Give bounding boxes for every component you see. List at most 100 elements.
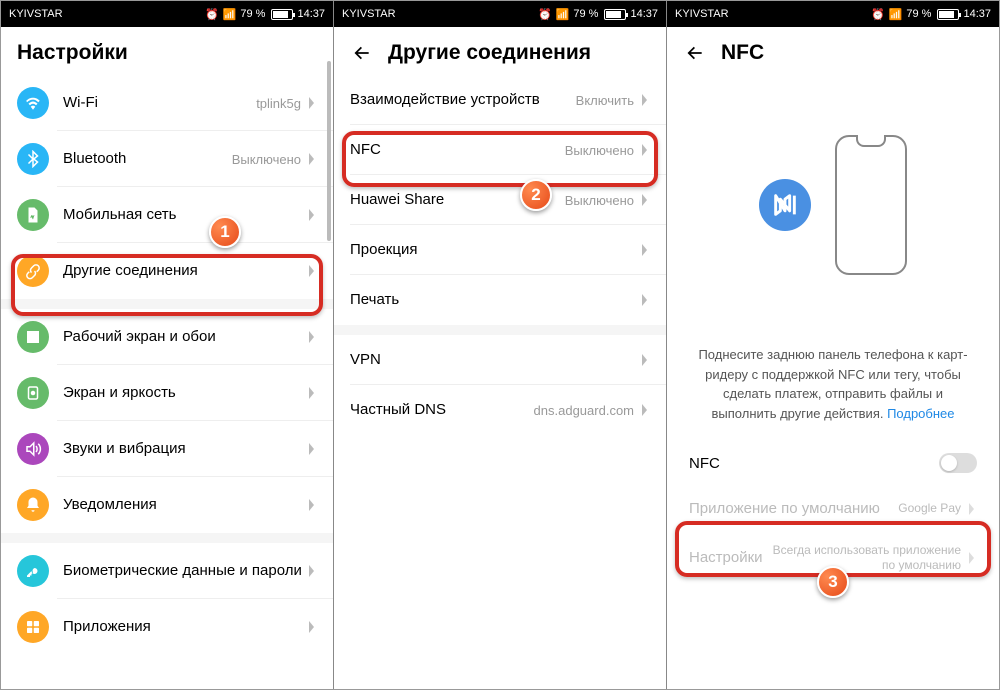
settings-row: Настройки Всегда использовать приложение… xyxy=(667,531,999,586)
status-bar: KYIVSTAR ⏰ 📶 79 % 14:37 xyxy=(667,1,999,27)
settings-item-home[interactable]: Рабочий экран и обои xyxy=(1,309,333,365)
settings-item-notifications[interactable]: Уведомления xyxy=(1,477,333,533)
item-label: Печать xyxy=(350,290,640,310)
nfc-screen: KYIVSTAR ⏰ 📶 79 % 14:37 NFC Поднесите за… xyxy=(667,1,999,689)
item-value: dns.adguard.com xyxy=(534,403,634,418)
item-label: Wi-Fi xyxy=(63,93,256,113)
settings-item-apps[interactable]: Приложения xyxy=(1,599,333,655)
chevron-icon xyxy=(307,208,317,222)
item-vpn[interactable]: VPN xyxy=(334,335,666,385)
carrier-label: KYIVSTAR xyxy=(342,8,396,20)
time-label: 14:37 xyxy=(297,8,325,20)
key-icon xyxy=(17,555,49,587)
back-button[interactable] xyxy=(350,41,374,65)
connections-list[interactable]: Взаимодействие устройств Включить NFC Вы… xyxy=(334,75,666,689)
chevron-icon xyxy=(967,551,977,565)
chevron-icon xyxy=(307,264,317,278)
carrier-label: KYIVSTAR xyxy=(9,8,63,20)
settings-screen: KYIVSTAR ⏰ 📶 79 % 14:37 Настройки Wi-Fi … xyxy=(1,1,334,689)
signal-icon: 📶 xyxy=(889,8,903,21)
chevron-icon xyxy=(640,143,650,157)
nfc-illustration xyxy=(667,75,999,345)
item-label: Рабочий экран и обои xyxy=(63,327,307,347)
toggle-label: NFC xyxy=(689,455,939,472)
chevron-icon xyxy=(640,93,650,107)
item-label: Приложения xyxy=(63,617,307,637)
battery-label: 79 % xyxy=(573,8,598,20)
settings-item-mobile[interactable]: Мобильная сеть xyxy=(1,187,333,243)
battery-label: 79 % xyxy=(240,8,265,20)
scrollbar[interactable] xyxy=(327,61,331,441)
item-label: VPN xyxy=(350,350,640,370)
item-value: Выключено xyxy=(565,193,634,208)
screen-header: Настройки xyxy=(1,27,333,75)
brightness-icon xyxy=(17,377,49,409)
item-private-dns[interactable]: Частный DNS dns.adguard.com xyxy=(334,385,666,435)
status-bar: KYIVSTAR ⏰ 📶 79 % 14:37 xyxy=(334,1,666,27)
chevron-icon xyxy=(307,620,317,634)
chevron-icon xyxy=(307,498,317,512)
other-connections-screen: KYIVSTAR ⏰ 📶 79 % 14:37 Другие соединени… xyxy=(334,1,667,689)
item-label: Уведомления xyxy=(63,495,307,515)
picture-icon xyxy=(17,321,49,353)
item-value: Выключено xyxy=(565,143,634,158)
item-label: Биометрические данные и пароли xyxy=(63,561,307,581)
chevron-icon xyxy=(640,243,650,257)
item-label: Другие соединения xyxy=(63,261,307,281)
item-value: Google Pay xyxy=(898,501,961,517)
chevron-icon xyxy=(640,403,650,417)
chevron-icon xyxy=(967,502,977,516)
settings-item-biometrics[interactable]: Биометрические данные и пароли xyxy=(1,543,333,599)
settings-item-display[interactable]: Экран и яркость xyxy=(1,365,333,421)
chevron-icon xyxy=(307,564,317,578)
wifi-icon xyxy=(17,87,49,119)
battery-label: 79 % xyxy=(906,8,931,20)
item-print[interactable]: Печать xyxy=(334,275,666,325)
settings-item-sound[interactable]: Звуки и вибрация xyxy=(1,421,333,477)
link-icon xyxy=(17,255,49,287)
chevron-icon xyxy=(307,96,317,110)
settings-item-wifi[interactable]: Wi-Fi tplink5g xyxy=(1,75,333,131)
item-value: tplink5g xyxy=(256,96,301,111)
chevron-icon xyxy=(640,293,650,307)
chevron-icon xyxy=(307,386,317,400)
alarm-icon: ⏰ xyxy=(205,8,219,21)
item-label: Bluetooth xyxy=(63,149,232,169)
chevron-icon xyxy=(640,353,650,367)
item-label: Мобильная сеть xyxy=(63,205,307,225)
apps-icon xyxy=(17,611,49,643)
settings-list[interactable]: Wi-Fi tplink5g Bluetooth Выключено Мобил… xyxy=(1,75,333,689)
battery-icon xyxy=(937,9,959,20)
battery-icon xyxy=(271,9,293,20)
item-nfc[interactable]: NFC Выключено xyxy=(334,125,666,175)
sound-icon xyxy=(17,433,49,465)
time-label: 14:37 xyxy=(963,8,991,20)
item-value: Включить xyxy=(576,93,634,108)
settings-item-bluetooth[interactable]: Bluetooth Выключено xyxy=(1,131,333,187)
nfc-badge-icon xyxy=(759,179,811,231)
page-title: NFC xyxy=(721,41,764,65)
item-label: Звуки и вибрация xyxy=(63,439,307,459)
time-label: 14:37 xyxy=(630,8,658,20)
screen-header: Другие соединения xyxy=(334,27,666,75)
back-button[interactable] xyxy=(683,41,707,65)
item-label: Частный DNS xyxy=(350,400,534,420)
chevron-icon xyxy=(307,152,317,166)
sim-icon xyxy=(17,199,49,231)
settings-item-other-connections[interactable]: Другие соединения xyxy=(1,243,333,299)
signal-icon: 📶 xyxy=(223,8,237,21)
nfc-toggle-row[interactable]: NFC xyxy=(667,439,999,487)
signal-icon: 📶 xyxy=(556,8,570,21)
more-link[interactable]: Подробнее xyxy=(887,406,954,421)
screen-header: NFC xyxy=(667,27,999,75)
item-projection[interactable]: Проекция xyxy=(334,225,666,275)
nfc-description: Поднесите заднюю панель телефона к карт-… xyxy=(667,345,999,439)
item-device-interaction[interactable]: Взаимодействие устройств Включить xyxy=(334,75,666,125)
item-huawei-share[interactable]: Huawei Share Выключено xyxy=(334,175,666,225)
chevron-icon xyxy=(307,330,317,344)
phone-outline-icon xyxy=(835,135,907,275)
bell-icon xyxy=(17,489,49,521)
item-label: Приложение по умолчанию xyxy=(689,499,898,519)
item-label: Huawei Share xyxy=(350,190,565,210)
nfc-toggle[interactable] xyxy=(939,453,977,473)
